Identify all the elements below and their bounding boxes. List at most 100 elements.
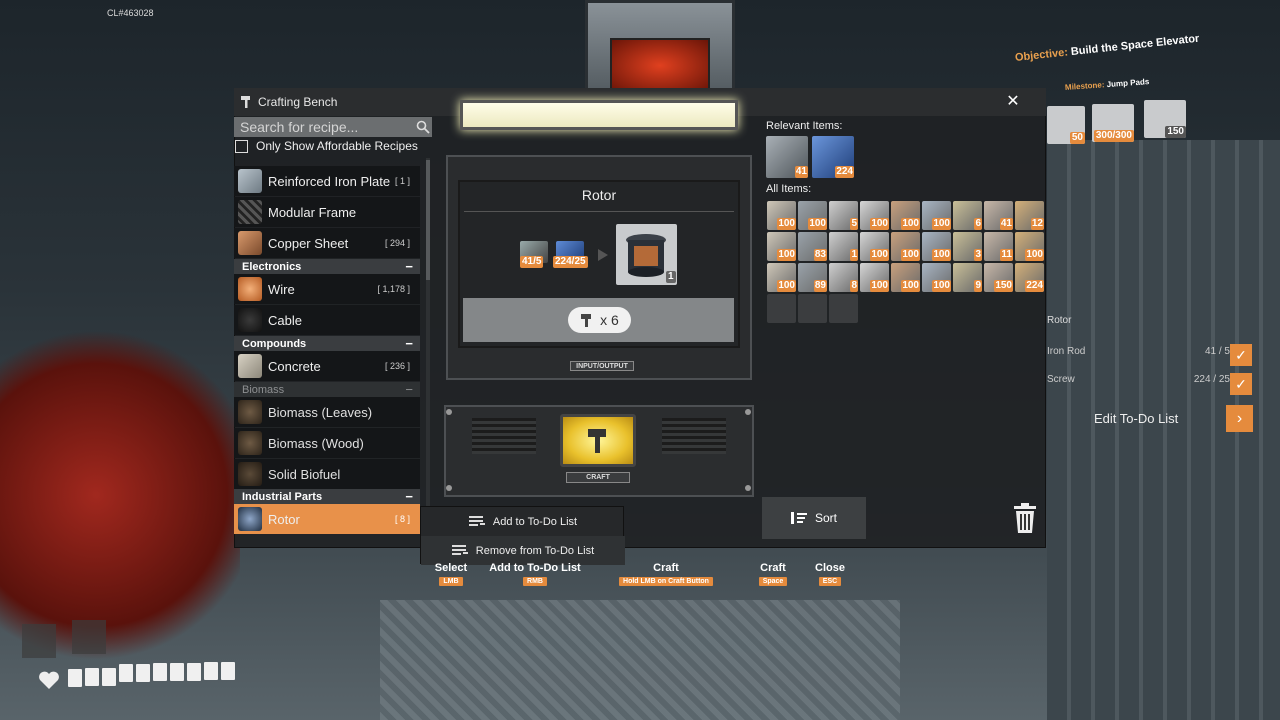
recipe-cable[interactable]: Cable bbox=[234, 305, 420, 335]
inventory-slot[interactable]: 6 bbox=[953, 201, 982, 230]
cable-icon bbox=[238, 308, 262, 332]
add-to-todo-item[interactable]: Add to To-Do List bbox=[421, 507, 625, 536]
inventory-slot[interactable]: 100 bbox=[891, 263, 920, 292]
recipe-label: Modular Frame bbox=[268, 204, 357, 220]
recipe-count: [ 294 ] bbox=[384, 238, 410, 248]
category-compounds[interactable]: Compounds − bbox=[234, 336, 420, 351]
screw-dot bbox=[745, 409, 751, 415]
item-quantity: 41 bbox=[794, 166, 808, 178]
concrete-icon bbox=[238, 354, 262, 378]
collapse-icon[interactable]: − bbox=[405, 489, 413, 504]
empty-slot[interactable] bbox=[798, 294, 827, 323]
milestone-prefix: Milestone: bbox=[1064, 80, 1105, 92]
hint-action: Add to To-Do List bbox=[489, 562, 581, 574]
collapse-icon[interactable]: − bbox=[405, 259, 413, 274]
inventory-slot[interactable]: 1 bbox=[829, 232, 858, 261]
item-quantity: 100 bbox=[777, 218, 796, 230]
inventory-slot[interactable]: 100 bbox=[922, 201, 951, 230]
background-vise bbox=[0, 330, 240, 660]
collapse-icon[interactable]: − bbox=[405, 336, 413, 351]
inventory-slot[interactable]: 100 bbox=[860, 232, 889, 261]
search-icon[interactable] bbox=[416, 120, 430, 134]
affordable-filter[interactable]: Only Show Affordable Recipes bbox=[234, 139, 418, 155]
relevant-item-slot[interactable]: 224 bbox=[812, 136, 854, 178]
recipe-label: Rotor bbox=[268, 511, 300, 527]
close-button[interactable]: ✕ bbox=[1004, 93, 1022, 111]
recipe-rotor[interactable]: Rotor [ 8 ] bbox=[234, 504, 420, 534]
trash-icon[interactable] bbox=[1012, 502, 1038, 534]
ingredient-count: 224/25 bbox=[553, 256, 588, 268]
inventory-slot[interactable]: 89 bbox=[798, 263, 827, 292]
craft-multiplier-button[interactable]: x 6 bbox=[568, 307, 631, 333]
sort-label: Sort bbox=[814, 511, 837, 525]
recipe-concrete[interactable]: Concrete [ 236 ] bbox=[234, 351, 420, 381]
recipe-copper-sheet[interactable]: Copper Sheet [ 294 ] bbox=[234, 228, 420, 258]
recipe-biomass-leaves[interactable]: Biomass (Leaves) bbox=[234, 397, 420, 427]
inventory-slot[interactable]: 8 bbox=[829, 263, 858, 292]
inventory-slot[interactable]: 100 bbox=[922, 263, 951, 292]
recipe-label: Cable bbox=[268, 312, 302, 328]
item-quantity: 100 bbox=[932, 218, 951, 230]
recipe-modular-frame[interactable]: Modular Frame bbox=[234, 197, 420, 227]
recipe-solid-biofuel[interactable]: Solid Biofuel bbox=[234, 459, 420, 489]
inventory-slot[interactable]: 100 bbox=[767, 201, 796, 230]
health-segment bbox=[85, 668, 99, 687]
hammer-icon bbox=[581, 314, 592, 327]
relevant-item-slot[interactable]: 41 bbox=[766, 136, 808, 178]
inventory-slot[interactable]: 100 bbox=[767, 263, 796, 292]
item-quantity: 100 bbox=[901, 280, 920, 292]
inventory-slot[interactable]: 11 bbox=[984, 232, 1013, 261]
inventory-slot[interactable]: 100 bbox=[767, 232, 796, 261]
item-quantity: 11 bbox=[1000, 249, 1013, 261]
search-input[interactable] bbox=[234, 117, 432, 137]
item-quantity: 100 bbox=[901, 218, 920, 230]
inventory-slot[interactable]: 100 bbox=[891, 232, 920, 261]
hint-craft-hold: Craft Hold LMB on Craft Button bbox=[602, 562, 730, 586]
search-box[interactable] bbox=[234, 117, 432, 137]
inventory-slot[interactable]: 100 bbox=[860, 201, 889, 230]
affordable-checkbox[interactable] bbox=[235, 140, 248, 154]
inventory-slot[interactable]: 41 bbox=[984, 201, 1013, 230]
inventory-slot[interactable]: 100 bbox=[860, 263, 889, 292]
recipe-label: Copper Sheet bbox=[268, 235, 349, 251]
ingredient-count: 41/5 bbox=[520, 256, 544, 268]
collapse-icon[interactable]: − bbox=[405, 382, 413, 397]
menu-label: Add to To-Do List bbox=[492, 515, 578, 528]
craft-button[interactable] bbox=[560, 414, 636, 467]
category-electronics[interactable]: Electronics − bbox=[234, 259, 420, 274]
health-segment bbox=[119, 663, 133, 682]
item-quantity: 100 bbox=[777, 280, 796, 292]
edit-todo-button[interactable]: › bbox=[1226, 405, 1253, 432]
remove-from-todo-item[interactable]: Remove from To-Do List bbox=[421, 536, 625, 565]
inventory-slot[interactable]: 100 bbox=[1015, 232, 1044, 261]
recipe-biomass-wood[interactable]: Biomass (Wood) bbox=[234, 428, 420, 458]
item-quantity: 100 bbox=[932, 249, 951, 261]
recipe-label: Biomass (Wood) bbox=[268, 435, 364, 451]
hint-action: Craft bbox=[760, 562, 786, 574]
inventory-slot[interactable]: 100 bbox=[922, 232, 951, 261]
inventory-slot[interactable]: 12 bbox=[1015, 201, 1044, 230]
inventory-slot[interactable]: 100 bbox=[891, 201, 920, 230]
recipe-label: Biomass (Leaves) bbox=[268, 404, 373, 420]
hint-close: Close ESC bbox=[810, 562, 850, 586]
sort-button[interactable]: Sort bbox=[762, 497, 866, 539]
output-count: 1 bbox=[666, 271, 676, 283]
todo-title: Rotor bbox=[1047, 315, 1072, 326]
inventory-slot[interactable]: 3 bbox=[953, 232, 982, 261]
inventory-slot[interactable]: 5 bbox=[829, 201, 858, 230]
category-industrial-parts[interactable]: Industrial Parts − bbox=[234, 489, 420, 504]
inventory-slot[interactable]: 9 bbox=[953, 263, 982, 292]
item-quantity: 100 bbox=[870, 249, 889, 261]
recipe-wire[interactable]: Wire [ 1,178 ] bbox=[234, 274, 420, 304]
empty-slot[interactable] bbox=[767, 294, 796, 323]
craft-multiplier-value: x 6 bbox=[600, 312, 619, 328]
inventory-slot[interactable]: 83 bbox=[798, 232, 827, 261]
recipe-reinforced-iron-plate[interactable]: Reinforced Iron Plate [ 1 ] bbox=[234, 166, 420, 196]
inventory-slot[interactable]: 100 bbox=[798, 201, 827, 230]
inventory-slot[interactable]: 150 bbox=[984, 263, 1013, 292]
inventory-slot[interactable]: 224 bbox=[1015, 263, 1044, 292]
item-quantity: 100 bbox=[932, 280, 951, 292]
empty-slot[interactable] bbox=[829, 294, 858, 323]
category-biomass[interactable]: Biomass − bbox=[234, 382, 420, 397]
recipe-scroll-thumb[interactable] bbox=[426, 160, 430, 280]
